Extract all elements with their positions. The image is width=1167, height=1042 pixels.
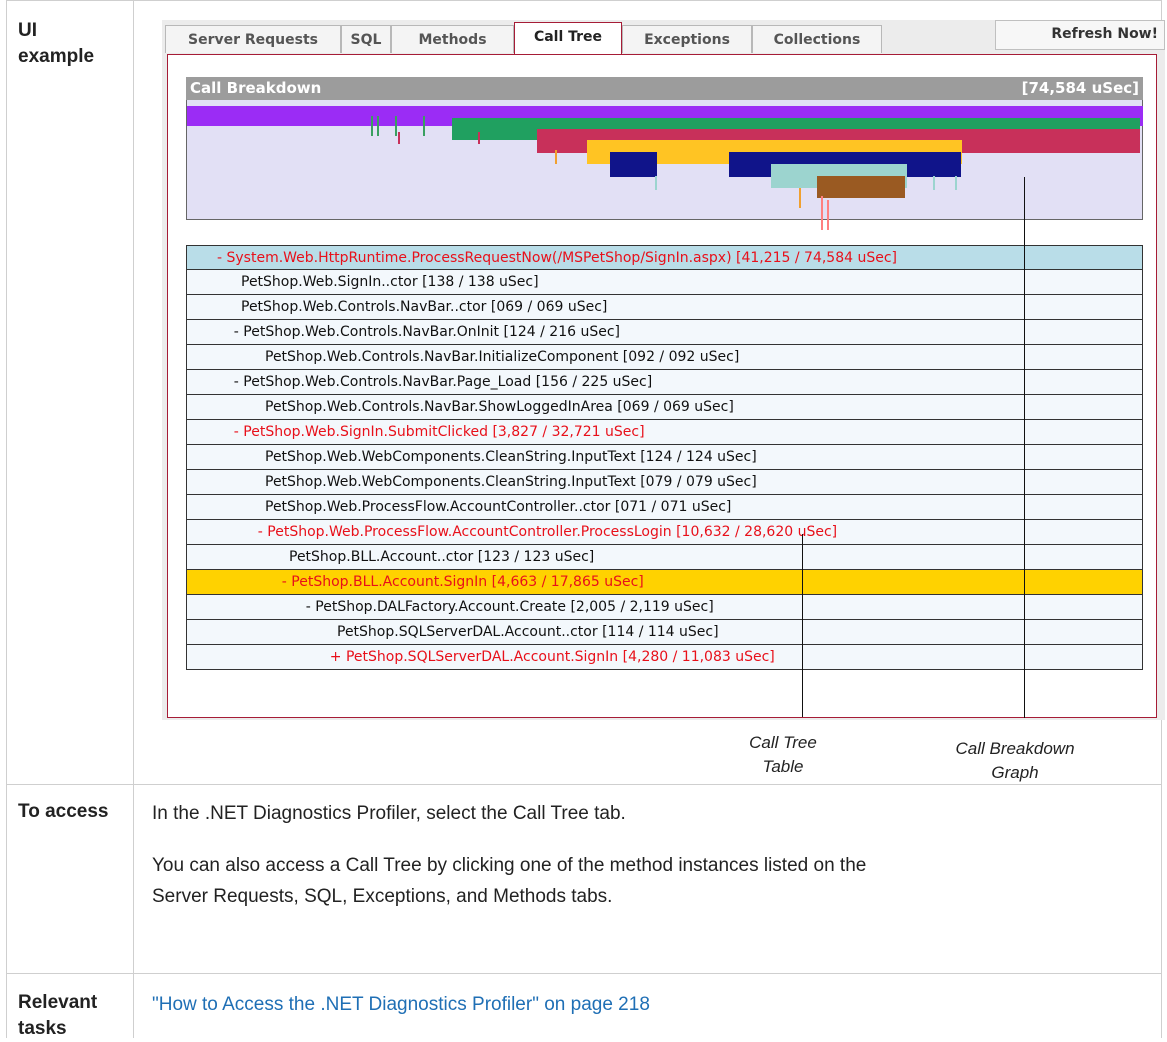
breakdown-tick [555, 150, 557, 164]
breakdown-tick [821, 196, 823, 230]
call-tree-row-label: PetShop.Web.SignIn..ctor [138 / 138 uSec… [241, 274, 539, 290]
doc-table: UI example To access Relevant tasks In t… [6, 0, 1165, 1039]
annotation-call-tree-line2: Table [762, 757, 804, 776]
to-access-line1: In the .NET Diagnostics Profiler, select… [152, 803, 626, 824]
call-tree-row-label: - PetShop.Web.Controls.NavBar.OnInit [12… [233, 324, 620, 340]
call-tree-row[interactable]: + PetShop.SQLServerDAL.Account.SignIn [4… [186, 645, 1143, 670]
call-tree-row-label: PetShop.Web.Controls.NavBar..ctor [069 /… [241, 299, 608, 315]
call-tree-row[interactable]: - PetShop.Web.ProcessFlow.AccountControl… [186, 520, 1143, 545]
breakdown-tick [377, 116, 379, 136]
call-tree-row[interactable]: PetShop.Web.SignIn..ctor [138 / 138 uSec… [186, 270, 1143, 295]
call-tree-row-label: PetShop.Web.ProcessFlow.AccountControlle… [265, 499, 732, 515]
tab-bar: Server Requests SQL Methods Call Tree Ex… [162, 20, 1165, 54]
call-tree-row[interactable]: - System.Web.HttpRuntime.ProcessRequestN… [186, 245, 1143, 270]
call-breakdown-title: Call Breakdown [190, 79, 322, 97]
call-tree-row[interactable]: PetShop.SQLServerDAL.Account..ctor [114 … [186, 620, 1143, 645]
call-breakdown-pointer [1024, 177, 1025, 718]
breakdown-bar-brown [817, 176, 905, 198]
call-tree-row[interactable]: PetShop.BLL.Account..ctor [123 / 123 uSe… [186, 545, 1143, 570]
annotation-breakdown-line1: Call Breakdown [955, 739, 1075, 758]
breakdown-tick [799, 188, 801, 208]
call-tree-row[interactable]: - PetShop.BLL.Account.SignIn [4,663 / 17… [186, 570, 1143, 595]
call-tree-row-label: - PetShop.DALFactory.Account.Create [2,0… [305, 599, 714, 615]
call-tree-row-label: + PetShop.SQLServerDAL.Account.SignIn [4… [329, 649, 775, 665]
call-tree-row-label: PetShop.Web.Controls.NavBar.ShowLoggedIn… [265, 399, 734, 415]
call-tree-row-label: - PetShop.Web.SignIn.SubmitClicked [3,82… [233, 424, 645, 440]
profiler-screenshot: Server Requests SQL Methods Call Tree Ex… [162, 20, 1165, 720]
tab-call-tree[interactable]: Call Tree [514, 22, 622, 54]
annotation-call-tree-table: Call Tree Table [728, 731, 838, 779]
tab-collections[interactable]: Collections [752, 25, 882, 53]
tab-server-requests[interactable]: Server Requests [165, 25, 341, 53]
call-tree-row[interactable]: PetShop.Web.WebComponents.CleanString.In… [186, 445, 1143, 470]
call-tree-row[interactable]: - PetShop.Web.Controls.NavBar.OnInit [12… [186, 320, 1143, 345]
breakdown-tick [827, 200, 829, 230]
ui-example-label: UI example [18, 20, 95, 67]
breakdown-tick [423, 116, 425, 136]
call-tree-row[interactable]: PetShop.Web.WebComponents.CleanString.In… [186, 470, 1143, 495]
call-tree-row-label: - PetShop.BLL.Account.SignIn [4,663 / 17… [281, 574, 644, 590]
call-tree-row-label: PetShop.Web.Controls.NavBar.InitializeCo… [265, 349, 740, 365]
call-breakdown-header: Call Breakdown [74,584 uSec] [186, 77, 1143, 100]
call-tree-row[interactable]: - PetShop.Web.Controls.NavBar.Page_Load … [186, 370, 1143, 395]
to-access-label: To access [18, 801, 109, 822]
tab-methods[interactable]: Methods [391, 25, 514, 53]
annotation-call-tree-line1: Call Tree [749, 733, 817, 752]
relevant-tasks-label: Relevant tasks [18, 992, 98, 1039]
call-tree-row[interactable]: - PetShop.Web.SignIn.SubmitClicked [3,82… [186, 420, 1143, 445]
call-tree-row[interactable]: PetShop.Web.ProcessFlow.AccountControlle… [186, 495, 1143, 520]
annotation-breakdown-line2: Graph [991, 763, 1039, 782]
breakdown-bar-navy-a [610, 152, 657, 177]
call-tree-row-label: PetShop.BLL.Account..ctor [123 / 123 uSe… [289, 549, 595, 565]
to-access-line2a: You can also access a Call Tree by click… [152, 855, 867, 876]
call-tree-row-label: - System.Web.HttpRuntime.ProcessRequestN… [217, 250, 898, 266]
call-tree-row[interactable]: PetShop.Web.Controls.NavBar..ctor [069 /… [186, 295, 1143, 320]
call-tree-row[interactable]: PetShop.Web.Controls.NavBar.ShowLoggedIn… [186, 395, 1143, 420]
call-breakdown-graph [186, 100, 1143, 230]
breakdown-tick [933, 176, 935, 190]
call-tree-row[interactable]: - PetShop.DALFactory.Account.Create [2,0… [186, 595, 1143, 620]
annotation-call-breakdown-graph: Call Breakdown Graph [930, 737, 1100, 785]
call-tree-pointer [802, 534, 803, 717]
call-tree-row-label: - PetShop.Web.Controls.NavBar.Page_Load … [233, 374, 653, 390]
breakdown-tick [398, 132, 400, 144]
to-access-line2b: Server Requests, SQL, Exceptions, and Me… [152, 886, 613, 907]
tab-sql[interactable]: SQL [341, 25, 391, 53]
call-tree-table: - System.Web.HttpRuntime.ProcessRequestN… [186, 245, 1143, 670]
call-tree-row-label: PetShop.Web.WebComponents.CleanString.In… [265, 449, 757, 465]
breakdown-tick [478, 132, 480, 144]
call-tree-row-label: - PetShop.Web.ProcessFlow.AccountControl… [257, 524, 838, 540]
breakdown-tick [655, 176, 657, 190]
call-tree-row-label: PetShop.Web.WebComponents.CleanString.In… [265, 474, 757, 490]
refresh-now-button[interactable]: Refresh Now! [995, 20, 1165, 50]
tab-exceptions[interactable]: Exceptions [622, 25, 752, 53]
breakdown-tick [395, 116, 397, 136]
call-breakdown-total: [74,584 uSec] [1021, 79, 1139, 97]
relevant-task-link[interactable]: "How to Access the .NET Diagnostics Prof… [152, 992, 650, 1018]
breakdown-tick [955, 176, 957, 190]
breakdown-tick [371, 116, 373, 136]
call-tree-row[interactable]: PetShop.Web.Controls.NavBar.InitializeCo… [186, 345, 1143, 370]
call-tree-row-label: PetShop.SQLServerDAL.Account..ctor [114 … [337, 624, 719, 640]
